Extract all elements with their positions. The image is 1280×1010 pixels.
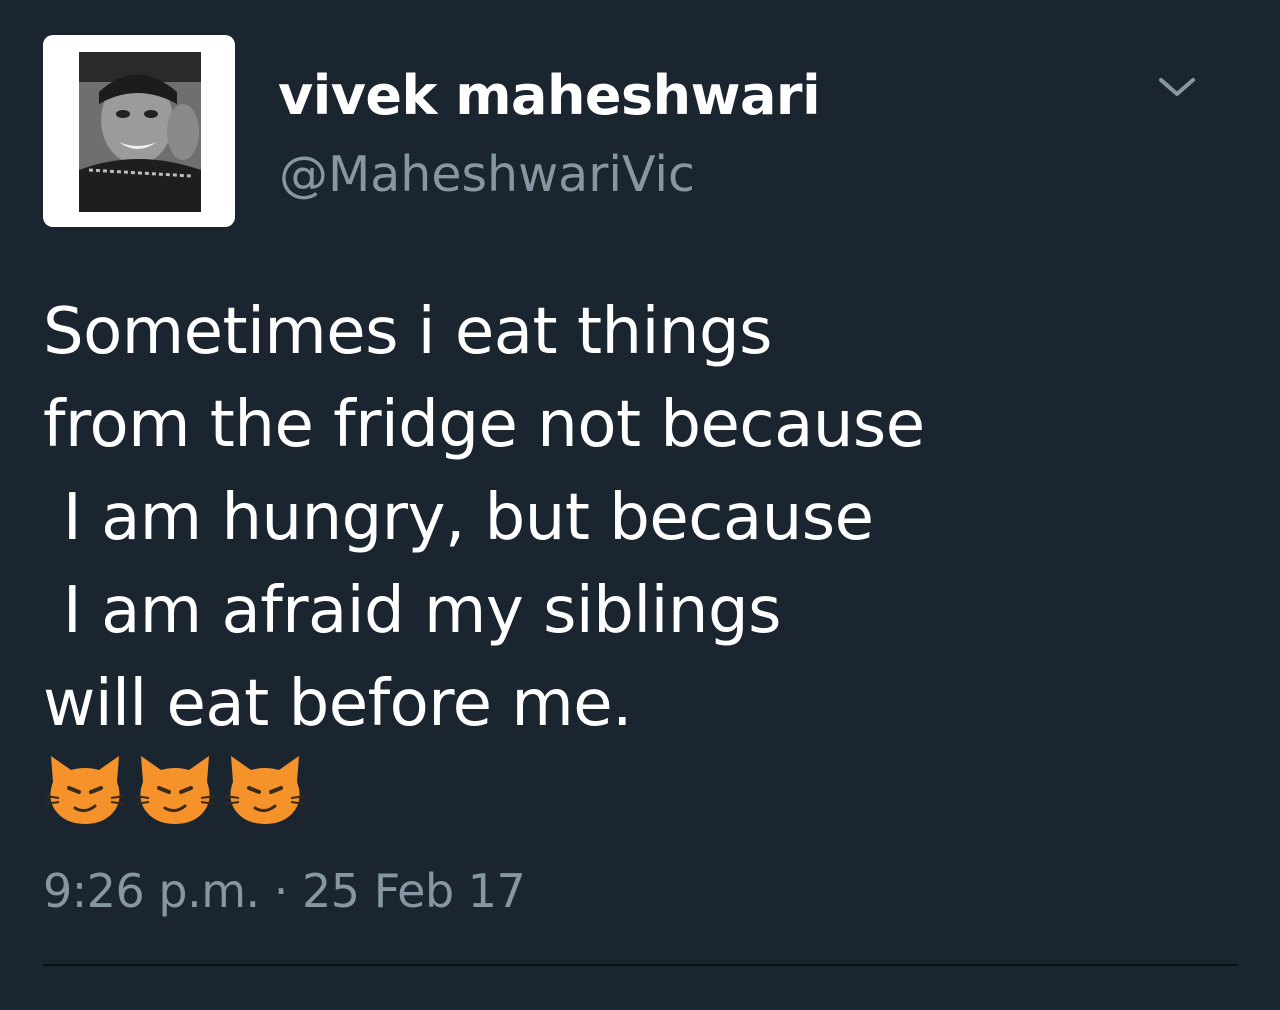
author-handle[interactable]: @MaheshwariVic (279, 146, 695, 203)
tweet-text-line: from the fridge not because (43, 388, 925, 462)
author-display-name[interactable]: vivek maheshwari (278, 64, 821, 127)
tweet-timestamp[interactable]: 9:26 p.m. · 25 Feb 17 (43, 864, 526, 918)
tweet-text: Sometimes i eat things from the fridge n… (43, 286, 1233, 751)
smirking-cat-face-icon (134, 756, 216, 824)
tweet-text-line: will eat before me. (43, 667, 632, 741)
smirking-cat-face-icon (44, 756, 126, 824)
tweet-text-line: I am afraid my siblings (43, 574, 782, 648)
tweet-text-line: I am hungry, but because (43, 481, 874, 555)
smirking-cat-face-icon (224, 756, 306, 824)
tweet-text-line: Sometimes i eat things (43, 295, 772, 369)
avatar-photo (79, 52, 201, 212)
chevron-down-icon[interactable] (1155, 72, 1199, 102)
author-avatar[interactable] (43, 35, 235, 227)
divider (43, 964, 1238, 966)
